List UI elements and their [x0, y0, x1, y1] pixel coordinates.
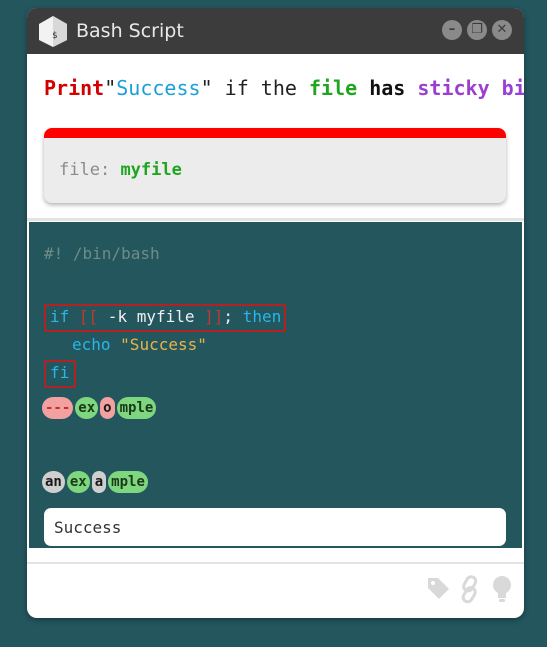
- tag-icon[interactable]: [425, 574, 451, 604]
- prompt-word: [405, 76, 417, 100]
- shebang-line: #! /bin/bash: [44, 244, 160, 263]
- prompt-word: file: [308, 76, 358, 100]
- file-label: file:: [59, 160, 111, 180]
- output-field[interactable]: Success: [44, 508, 506, 546]
- if-keyword: if: [50, 307, 70, 326]
- echo-string: "Success": [120, 335, 207, 354]
- prompt-word: the: [248, 76, 309, 100]
- minimize-button[interactable]: –: [442, 20, 462, 40]
- card-accent-bar: [44, 128, 506, 138]
- prompt-word: sticky: [417, 76, 490, 100]
- diff-token: ---: [42, 397, 74, 419]
- app-window: $ Bash Script – ❐ ✕ Print"Success" if th…: [27, 8, 524, 618]
- diff-token: mple: [108, 471, 148, 493]
- fi-keyword: fi: [50, 363, 70, 382]
- prompt-word: ": [200, 76, 225, 100]
- file-variable: file: myfile: [59, 160, 182, 180]
- task-prompt: Print"Success" if the file has sticky bi…: [44, 76, 524, 100]
- diff-token: an: [42, 471, 65, 493]
- diff-token: ex: [66, 471, 90, 493]
- output-text: Success: [54, 518, 122, 537]
- close-bracket: ]]: [204, 307, 224, 326]
- bash-logo-icon: $: [39, 16, 67, 47]
- diff-token: mple: [116, 397, 157, 419]
- prompt-word: [357, 76, 369, 100]
- svg-text:$: $: [52, 31, 57, 41]
- prompt-word: [490, 76, 502, 100]
- prompt-word: if: [224, 76, 249, 100]
- prompt-word: Print: [44, 76, 105, 100]
- close-button[interactable]: ✕: [492, 20, 512, 40]
- link-icon[interactable]: [457, 574, 483, 604]
- open-bracket: [[: [78, 307, 99, 326]
- then-keyword: then: [242, 307, 282, 326]
- prompt-word: has: [369, 76, 406, 100]
- divider: [27, 218, 524, 221]
- prompt-word: ": [104, 76, 117, 100]
- file-card: file: myfile: [44, 128, 506, 203]
- fi-line: fi: [50, 361, 69, 385]
- prompt-word: bit: [501, 76, 524, 100]
- echo-keyword: echo: [72, 335, 111, 354]
- diff-token: o: [100, 397, 115, 419]
- semicolon: ;: [223, 307, 234, 326]
- file-value: myfile: [120, 160, 182, 180]
- window-title: Bash Script: [76, 20, 184, 42]
- code-editor[interactable]: #! /bin/bash if [[ -k myfile ]]; then ec…: [29, 222, 522, 548]
- footer-divider: [27, 562, 524, 564]
- diff-token-row-expected: an ex a mple: [42, 471, 148, 493]
- if-line: if [[ -k myfile ]]; then: [50, 305, 281, 329]
- test-expression: -k myfile: [98, 307, 205, 326]
- diff-token: a: [91, 471, 107, 493]
- diff-token-row-actual: --- ex o mple: [42, 397, 157, 419]
- title-bar[interactable]: $ Bash Script – ❐ ✕: [27, 8, 524, 54]
- restore-button[interactable]: ❐: [467, 20, 487, 40]
- diff-token: ex: [75, 397, 99, 419]
- lightbulb-icon[interactable]: [489, 574, 515, 604]
- prompt-word: Success: [116, 76, 201, 100]
- echo-line: echo "Success": [72, 333, 207, 357]
